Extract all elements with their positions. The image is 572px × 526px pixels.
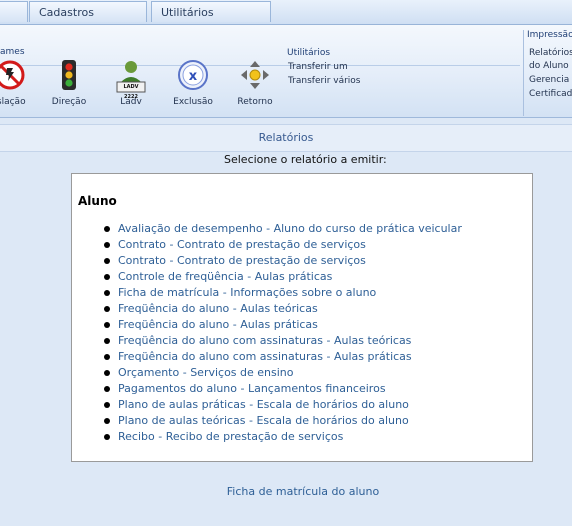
ribbon-tab-strip: Cadastros Utilitários (0, 0, 572, 25)
report-link[interactable]: Plano de aulas teóricas - Escala de horá… (118, 414, 409, 427)
page-header-band: Relatórios (0, 124, 572, 152)
tab-utilitarios[interactable]: Utilitários (151, 1, 271, 22)
list-item: Orçamento - Serviços de ensino (72, 365, 462, 381)
report-link[interactable]: Pagamentos do aluno - Lançamentos financ… (118, 382, 386, 395)
report-link[interactable]: Ficha de matrícula - Informações sobre o… (118, 286, 376, 299)
no-entry-icon (0, 59, 27, 93)
ribbon-panel: ames islação Direção (0, 25, 572, 118)
list-item: Controle de freqüência - Aulas práticas (72, 269, 462, 285)
impressao-item-gerencia[interactable]: Gerencia (529, 75, 569, 85)
exclusao-button[interactable]: x Exclusão (167, 59, 219, 107)
tab-label: Cadastros (39, 6, 94, 19)
list-item: Contrato - Contrato de prestação de serv… (72, 237, 462, 253)
impressao-title: Impressão (527, 30, 572, 40)
legislacao-button[interactable]: islação (0, 59, 36, 107)
list-item: Freqüência do aluno com assinaturas - Au… (72, 349, 462, 365)
impressao-item-certificado[interactable]: Certificad (529, 89, 572, 99)
list-item: Pagamentos do aluno - Lançamentos financ… (72, 381, 462, 397)
list-item: Plano de aulas práticas - Escala de horá… (72, 397, 462, 413)
report-link[interactable]: Freqüência do aluno - Aulas teóricas (118, 302, 318, 315)
tab-label: Utilitários (161, 6, 214, 19)
impressao-panel: Impressão Relatórios do Aluno Gerencia C… (523, 30, 572, 116)
report-link[interactable]: Contrato - Contrato de prestação de serv… (118, 238, 366, 251)
report-link[interactable]: Controle de freqüência - Aulas práticas (118, 270, 332, 283)
tab-hidden[interactable] (0, 1, 28, 22)
impressao-item-aluno[interactable]: do Aluno (529, 61, 569, 71)
list-item: Plano de aulas teóricas - Escala de horá… (72, 413, 462, 429)
selected-report-link[interactable]: Ficha de matrícula do aluno (0, 485, 572, 498)
list-item: Avaliação de desempenho - Aluno do curso… (72, 221, 462, 237)
exclusao-label: Exclusão (173, 97, 213, 107)
list-item: Freqüência do aluno com assinaturas - Au… (72, 333, 462, 349)
report-link[interactable]: Freqüência do aluno com assinaturas - Au… (118, 334, 411, 347)
direcao-button[interactable]: Direção (43, 59, 95, 107)
report-prompt: Selecione o relatório a emitir: (224, 153, 387, 166)
section-title-aluno: Aluno (78, 194, 117, 208)
return-arrows-icon (238, 59, 272, 93)
svg-text:x: x (189, 69, 198, 84)
retorno-label: Retorno (237, 97, 273, 107)
report-link[interactable]: Freqüência do aluno - Aulas práticas (118, 318, 318, 331)
list-item: Contrato - Contrato de prestação de serv… (72, 253, 462, 269)
report-list-panel: Aluno Avaliação de desempenho - Aluno do… (71, 173, 533, 462)
tab-cadastros[interactable]: Cadastros (29, 1, 147, 22)
ladv-button[interactable]: LADV 2222 Ladv (105, 59, 157, 107)
report-link[interactable]: Plano de aulas práticas - Escala de horá… (118, 398, 409, 411)
ribbon-group-label: ames (0, 47, 25, 57)
legislacao-label: islação (0, 97, 26, 107)
ladv-badge: LADV 2222 (123, 84, 139, 100)
transferir-um-item[interactable]: Transferir um (288, 62, 348, 72)
report-list: Avaliação de desempenho - Aluno do curso… (72, 221, 462, 445)
report-link[interactable]: Freqüência do aluno com assinaturas - Au… (118, 350, 412, 363)
ladv-card-icon: LADV 2222 (114, 59, 148, 100)
page-title: Relatórios (258, 131, 314, 144)
list-item: Ficha de matrícula - Informações sobre o… (72, 285, 462, 301)
list-item: Recibo - Recibo de prestação de serviços (72, 429, 462, 445)
direcao-label: Direção (51, 97, 87, 107)
utilities-group-title: Utilitários (287, 48, 331, 58)
report-link[interactable]: Contrato - Contrato de prestação de serv… (118, 254, 366, 267)
report-link[interactable]: Recibo - Recibo de prestação de serviços (118, 430, 343, 443)
report-link[interactable]: Avaliação de desempenho - Aluno do curso… (118, 222, 462, 235)
transferir-varios-item[interactable]: Transferir vários (288, 76, 361, 86)
list-item: Freqüência do aluno - Aulas teóricas (72, 301, 462, 317)
list-item: Freqüência do aluno - Aulas práticas (72, 317, 462, 333)
traffic-light-icon (52, 59, 86, 93)
exclusion-x-icon: x (176, 59, 210, 93)
retorno-button[interactable]: Retorno (229, 59, 281, 107)
report-link[interactable]: Orçamento - Serviços de ensino (118, 366, 294, 379)
impressao-item-relatorios[interactable]: Relatórios (529, 48, 572, 58)
